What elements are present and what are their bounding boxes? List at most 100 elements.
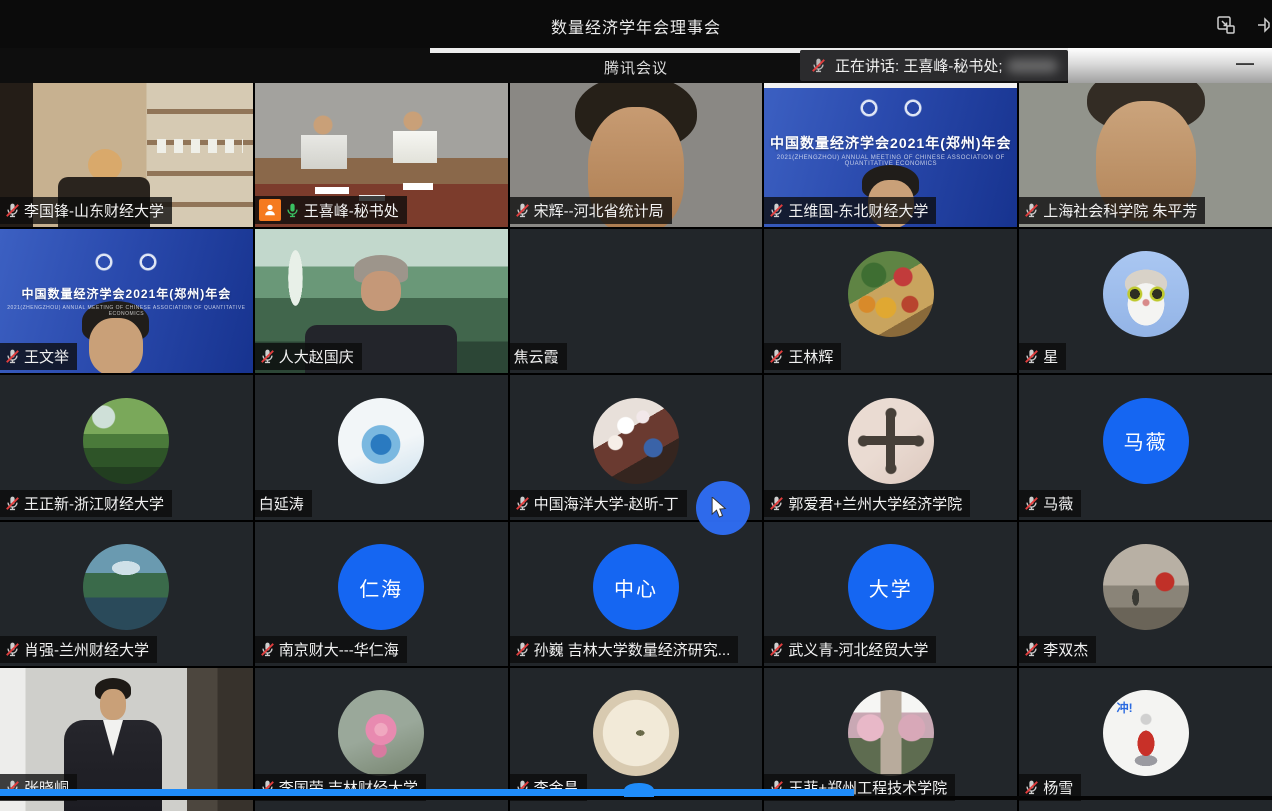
window-title-bar: 数量经济学年会理事会	[0, 0, 1272, 48]
participant-name: 孙巍 吉林大学数量经济研究...	[534, 639, 731, 660]
scene-figure	[93, 251, 159, 273]
participant-name: 李国锋-山东财经大学	[24, 200, 164, 221]
muted-mic-icon	[4, 641, 21, 658]
share-border-bump	[624, 783, 654, 797]
muted-mic-icon	[768, 495, 785, 512]
participant-tile[interactable]: 李国锋-山东财经大学	[0, 83, 253, 227]
muted-mic-icon	[1023, 779, 1040, 796]
muted-mic-icon	[768, 348, 785, 365]
share-bar: 腾讯会议 — 正在讲话: 王喜峰-秘书处;	[0, 48, 1272, 83]
pin-icon[interactable]	[1254, 13, 1272, 37]
muted-mic-icon	[4, 495, 21, 512]
participant-tile[interactable]: 王喜峰-秘书处	[255, 83, 508, 227]
muted-mic-icon	[514, 202, 531, 219]
participant-name-label: 白延涛	[255, 490, 312, 517]
participant-tile[interactable]: 中国数量经济学会2021年(郑州)年会 2021(ZHENGZHOU) ANNUA…	[0, 229, 253, 373]
participant-name-label: 王维国-东北财经大学	[764, 197, 936, 224]
backdrop-banner-title: 中国数量经济学会2021年(郑州)年会	[764, 133, 1017, 153]
text-avatar: 中心	[593, 544, 679, 630]
participant-name: 人大赵国庆	[279, 346, 354, 367]
participant-name: 王林辉	[788, 346, 833, 367]
shared-screen-fragment: —	[1068, 48, 1272, 83]
participant-tile[interactable]: 白延涛	[255, 375, 508, 520]
popout-window-icon[interactable]	[1214, 13, 1238, 37]
avatar	[593, 398, 679, 484]
share-border-bottom	[0, 789, 854, 796]
meeting-title: 数量经济学年会理事会	[0, 14, 1272, 38]
avatar	[83, 398, 169, 484]
backdrop-banner-subtitle: 2021(ZHENGZHOU) ANNUAL MEETING OF CHINES…	[0, 305, 253, 317]
participant-name-label: 王文举	[0, 343, 77, 370]
text-avatar: 马薇	[1103, 398, 1189, 484]
participant-tile[interactable]: 星	[1019, 229, 1272, 373]
avatar	[1103, 251, 1189, 337]
muted-mic-icon	[4, 202, 21, 219]
blurred-name-fragment	[1007, 59, 1059, 73]
participant-tile[interactable]: 仁海南京财大---华仁海	[255, 522, 508, 666]
participant-name-label: 焦云霞	[510, 343, 567, 370]
participant-name-label: 宋辉--河北省统计局	[510, 197, 672, 224]
participant-tile[interactable]: 中心孙巍 吉林大学数量经济研究...	[510, 522, 763, 666]
avatar: 冲!	[1103, 690, 1189, 776]
muted-mic-icon	[1023, 641, 1040, 658]
muted-mic-icon	[1023, 348, 1040, 365]
participant-tile[interactable]: 郭爱君+兰州大学经济学院	[764, 375, 1017, 520]
participant-name: 王文举	[24, 346, 69, 367]
participant-tile[interactable]: 马薇马薇	[1019, 375, 1272, 520]
avatar	[83, 544, 169, 630]
participant-name-label: 肖强-兰州财经大学	[0, 636, 157, 663]
participant-name-label: 王正新-浙江财经大学	[0, 490, 172, 517]
backdrop-banner-title: 中国数量经济学会2021年(郑州)年会	[0, 285, 253, 302]
participant-tile[interactable]: 肖强-兰州财经大学	[0, 522, 253, 666]
participant-name-label: 孙巍 吉林大学数量经济研究...	[510, 636, 739, 663]
text-avatar: 仁海	[338, 544, 424, 630]
participant-name: 王正新-浙江财经大学	[24, 493, 164, 514]
participant-name: 南京财大---华仁海	[279, 639, 399, 660]
participant-name: 中国海洋大学-赵昕-丁	[534, 493, 679, 514]
participant-name: 宋辉--河北省统计局	[534, 200, 664, 221]
minimize-icon[interactable]: —	[1236, 58, 1252, 72]
participant-tile[interactable]: 李双杰	[1019, 522, 1272, 666]
participant-name-label: 武义青-河北经贸大学	[764, 636, 936, 663]
muted-mic-icon	[4, 348, 21, 365]
scene-figure	[858, 97, 924, 119]
backdrop-banner-subtitle: 2021(ZHENGZHOU) ANNUAL MEETING OF CHINES…	[764, 155, 1017, 167]
participant-name: 李双杰	[1043, 639, 1088, 660]
participant-name: 星	[1043, 346, 1058, 367]
participant-tile[interactable]: 人大赵国庆	[255, 229, 508, 373]
muted-mic-icon	[810, 57, 827, 74]
participant-tile[interactable]: 大学武义青-河北经贸大学	[764, 522, 1017, 666]
participant-name-label: 中国海洋大学-赵昕-丁	[510, 490, 687, 517]
participant-name-label: 南京财大---华仁海	[255, 636, 407, 663]
avatar	[338, 690, 424, 776]
participant-tile[interactable]: 冲!杨雪	[1019, 668, 1272, 811]
participant-name: 郭爱君+兰州大学经济学院	[788, 493, 962, 514]
participant-name: 马薇	[1043, 493, 1073, 514]
participant-name: 王维国-东北财经大学	[788, 200, 928, 221]
scene-figure	[92, 678, 134, 724]
avatar-overlay-text: 冲!	[1117, 699, 1133, 716]
muted-mic-icon	[514, 641, 531, 658]
participant-tile[interactable]: 中国数量经济学会2021年(郑州)年会 2021(ZHENGZHOU) ANNUA…	[764, 83, 1017, 227]
participant-tile[interactable]: 焦云霞	[510, 229, 763, 373]
speaking-text: 正在讲话: 王喜峰-秘书处;	[835, 55, 1003, 76]
avatar	[848, 251, 934, 337]
scene-figure	[352, 255, 410, 315]
avatar	[338, 398, 424, 484]
participant-name-label: 马薇	[1019, 490, 1081, 517]
muted-mic-icon	[259, 348, 276, 365]
avatar	[848, 690, 934, 776]
participant-tile[interactable]: 宋辉--河北省统计局	[510, 83, 763, 227]
participant-tile[interactable]: 王正新-浙江财经大学	[0, 375, 253, 520]
participant-tile[interactable]: 王林辉	[764, 229, 1017, 373]
participant-name: 肖强-兰州财经大学	[24, 639, 149, 660]
muted-mic-icon	[1023, 202, 1040, 219]
participant-name: 白延涛	[259, 493, 304, 514]
muted-mic-icon	[259, 641, 276, 658]
participant-name-label: 王喜峰-秘书处	[255, 196, 407, 224]
active-mic-icon	[284, 202, 301, 219]
avatar	[593, 251, 679, 337]
participant-tile[interactable]: 上海社会科学院 朱平芳	[1019, 83, 1272, 227]
participant-name: 王喜峰-秘书处	[304, 200, 399, 221]
participant-name-label: 人大赵国庆	[255, 343, 362, 370]
